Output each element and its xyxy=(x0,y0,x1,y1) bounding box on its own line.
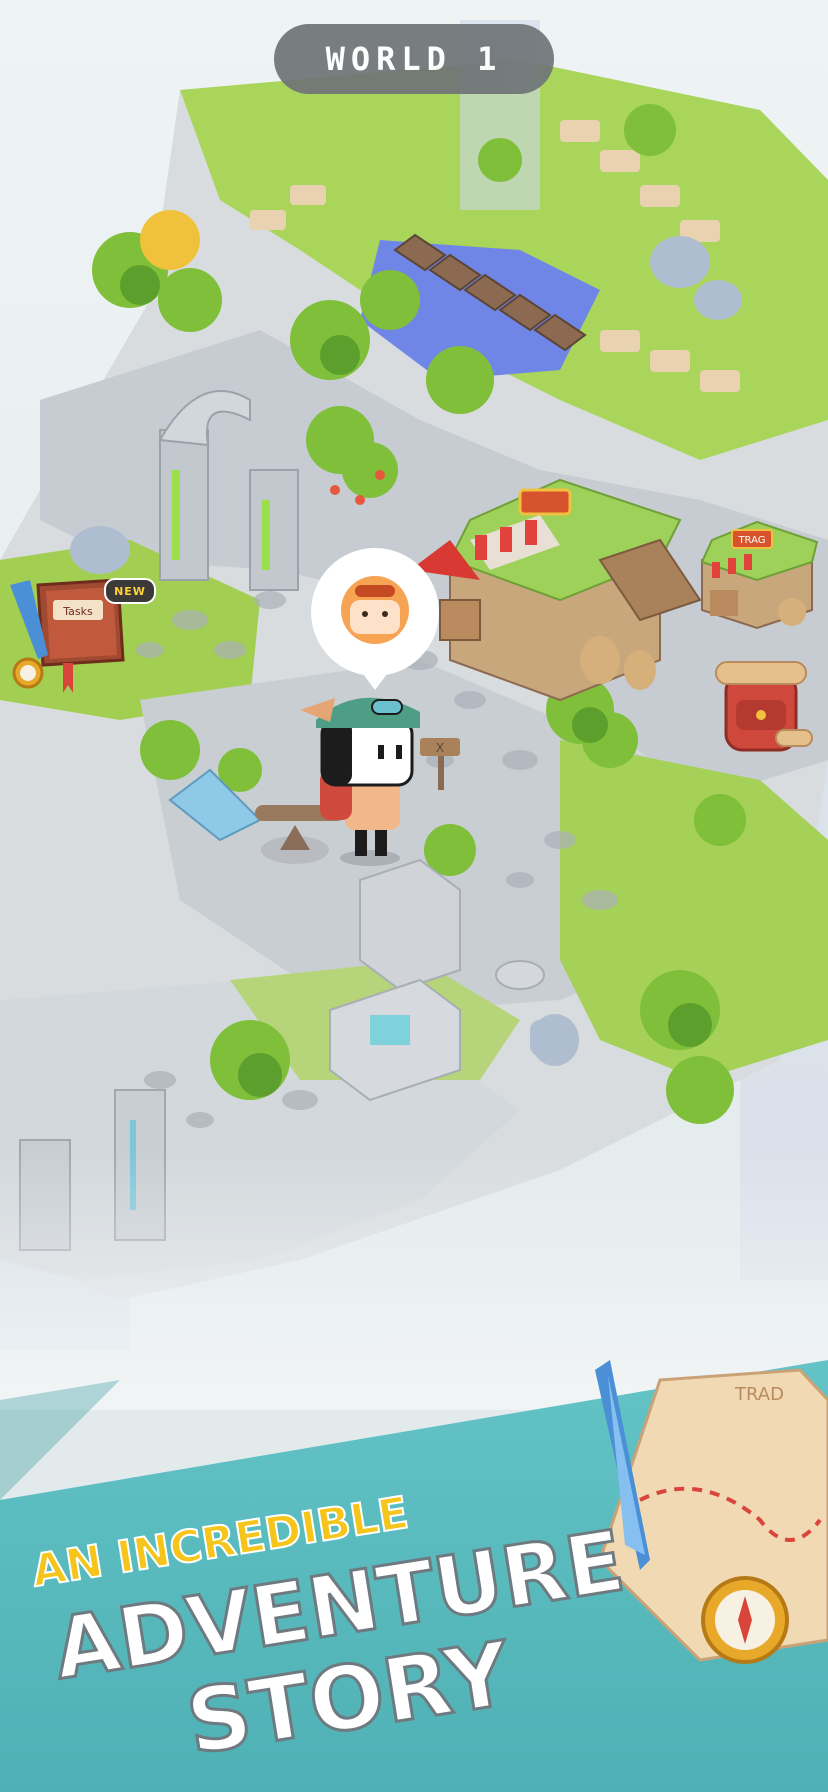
new-badge: NEW xyxy=(104,578,156,604)
shop-icon: TRAG xyxy=(700,520,819,630)
backpack-icon xyxy=(715,661,813,752)
world-title-pill: WORLD 1 xyxy=(274,24,554,94)
new-badge-label: NEW xyxy=(114,584,146,598)
scroll-text: TRAD xyxy=(734,1384,784,1405)
shop-button[interactable]: TRAG xyxy=(692,520,822,630)
world-map-scene: X TRAD AN INCREDIBLE ADVENTURE STORY xyxy=(0,0,828,1792)
world-title: WORLD 1 xyxy=(325,40,503,78)
backpack-button[interactable] xyxy=(706,650,816,760)
shop-sign-label: TRAG xyxy=(737,535,765,546)
tasks-book-label: Tasks xyxy=(62,605,93,618)
signpost-mark: X xyxy=(436,741,444,755)
